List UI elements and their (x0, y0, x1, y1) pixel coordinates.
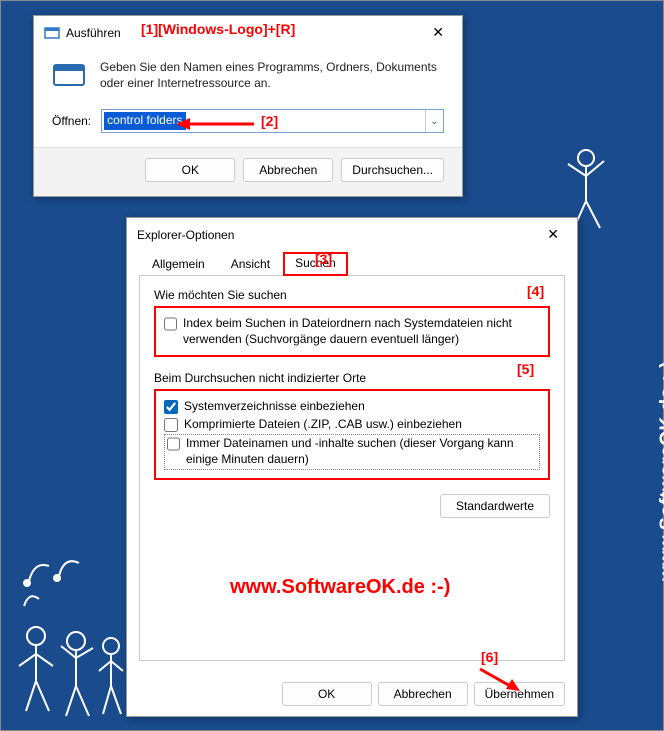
tab-content-search: Wie möchten Sie suchen Index beim Suchen… (139, 276, 565, 661)
doodle-notes (9, 521, 119, 631)
group1-title: Wie möchten Sie suchen (154, 288, 550, 302)
browse-button[interactable]: Durchsuchen... (341, 158, 444, 182)
open-combo[interactable]: ⌄ control folders (101, 109, 444, 133)
doodle-group (11, 616, 131, 726)
chk-sysdirs[interactable] (164, 400, 178, 414)
tab-general[interactable]: Allgemein (139, 252, 218, 276)
chk-sysdirs-label: Systemverzeichnisse einbeziehen (184, 399, 365, 415)
group1-box: Index beim Suchen in Dateiordnern nach S… (154, 306, 550, 357)
ok-button[interactable]: OK (145, 158, 235, 182)
run-big-icon (52, 61, 86, 89)
opt-titlebar[interactable]: Explorer-Optionen ✕ (127, 218, 577, 251)
run-desc: Geben Sie den Namen eines Programms, Ord… (100, 59, 444, 91)
chk-always-row[interactable]: Immer Dateinamen und -inhalte suchen (di… (164, 434, 540, 469)
chk-always-label: Immer Dateinamen und -inhalte suchen (di… (186, 436, 537, 467)
run-icon (44, 26, 60, 40)
tab-view[interactable]: Ansicht (218, 252, 283, 276)
run-titlebar[interactable]: Ausführen ✕ (34, 16, 462, 49)
run-dialog: Ausführen ✕ Geben Sie den Namen eines Pr… (33, 15, 463, 197)
group2-title: Beim Durchsuchen nicht indizierter Orte (154, 371, 550, 385)
opt-cancel-button[interactable]: Abbrechen (378, 682, 468, 706)
chk-compressed-label: Komprimierte Dateien (.ZIP, .CAB usw.) e… (184, 417, 462, 433)
tab-bar: Allgemein Ansicht Suchen (139, 251, 565, 276)
run-title: Ausführen (66, 26, 121, 40)
open-selection: control folders (104, 112, 185, 130)
chevron-down-icon[interactable]: ⌄ (425, 110, 443, 132)
defaults-button[interactable]: Standardwerte (440, 494, 550, 518)
chk-compressed[interactable] (164, 418, 178, 432)
chk-index-row[interactable]: Index beim Suchen in Dateiordnern nach S… (164, 316, 540, 347)
chk-sysdirs-row[interactable]: Systemverzeichnisse einbeziehen (164, 399, 540, 415)
chk-compressed-row[interactable]: Komprimierte Dateien (.ZIP, .CAB usw.) e… (164, 417, 540, 433)
watermark-center: www.SoftwareOK.de :-) (230, 576, 450, 599)
opt-ok-button[interactable]: OK (282, 682, 372, 706)
close-icon[interactable]: ✕ (424, 22, 452, 43)
open-label: Öffnen: (52, 114, 91, 128)
tab-search[interactable]: Suchen (283, 252, 348, 276)
arrow-icon-6 (476, 665, 526, 695)
group2-box: Systemverzeichnisse einbeziehen Komprimi… (154, 389, 550, 479)
arrow-icon (176, 115, 256, 133)
chk-always[interactable] (167, 437, 180, 451)
chk-index[interactable] (164, 317, 177, 331)
watermark-side: www.SoftwareOK.de :-) (657, 361, 664, 581)
explorer-options-dialog: Explorer-Optionen ✕ Allgemein Ansicht Su… (126, 217, 578, 717)
close-icon[interactable]: ✕ (539, 224, 567, 245)
cancel-button[interactable]: Abbrechen (243, 158, 333, 182)
opt-title: Explorer-Optionen (137, 228, 234, 242)
chk-index-label: Index beim Suchen in Dateiordnern nach S… (183, 316, 540, 347)
